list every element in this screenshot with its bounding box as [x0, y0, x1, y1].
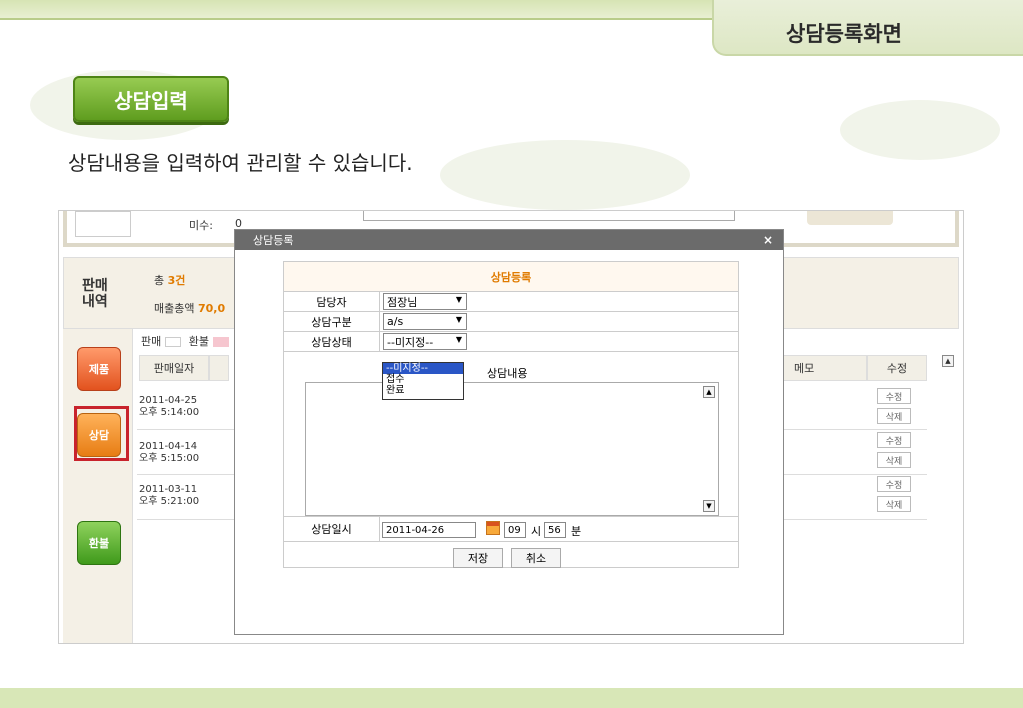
row-time: 오후 5:21:00: [139, 496, 200, 507]
refund-button[interactable]: 환불: [77, 521, 121, 565]
type-select[interactable]: a/s ▼: [383, 313, 467, 330]
scroll-down-icon[interactable]: ▼: [703, 500, 715, 512]
manager-label: 담당자: [284, 292, 380, 311]
status-option[interactable]: 접수: [383, 374, 463, 385]
row-time: 오후 5:14:00: [139, 407, 200, 418]
side-nav: 제품 상담 환불: [63, 329, 133, 643]
minute-input[interactable]: 56: [544, 522, 566, 538]
row-date: 2011-04-25: [139, 395, 198, 406]
delete-button[interactable]: 삭제: [877, 452, 911, 468]
date-input[interactable]: 2011-04-26: [382, 522, 476, 538]
total-count: 3건: [167, 274, 186, 287]
slide-title: 상담등록화면: [786, 22, 902, 46]
content-label: 상담내용: [487, 367, 528, 380]
status-label: 상담상태: [284, 332, 380, 351]
status-dropdown-list: --미지정-- 접수 완료: [382, 362, 464, 400]
scroll-up-icon[interactable]: ▲: [703, 386, 715, 398]
sales-title: 판매 내역: [82, 278, 108, 310]
status-value: --미지정--: [387, 335, 434, 349]
col-edit[interactable]: 수정: [867, 355, 927, 381]
status-row: 상담상태 --미지정-- ▼: [283, 332, 739, 352]
legend-refund-swatch: [213, 337, 229, 347]
top-select[interactable]: [363, 211, 735, 221]
minute-unit: 분: [571, 525, 582, 538]
section-button: 상담입력: [73, 76, 229, 122]
save-button[interactable]: 저장: [453, 548, 503, 568]
col-date[interactable]: 판매일자: [139, 355, 209, 381]
edit-button[interactable]: 수정: [877, 476, 911, 492]
status-select[interactable]: --미지정-- ▼: [383, 333, 467, 350]
delete-button[interactable]: 삭제: [877, 496, 911, 512]
sales-amount: 매출총액 70,0: [154, 300, 225, 316]
form-title: 상담등록: [283, 261, 739, 292]
legend: 판매 환불: [141, 333, 233, 349]
row-date: 2011-04-14: [139, 441, 198, 452]
manager-value: 점장님: [387, 295, 418, 309]
row-time: 오후 5:15:00: [139, 453, 200, 464]
col-memo[interactable]: 메모: [779, 355, 867, 381]
type-value: a/s: [387, 315, 404, 328]
row-date: 2011-03-11: [139, 484, 198, 495]
amount-label: 매출총액: [154, 302, 195, 315]
table-row[interactable]: 2011-04-14 오후 5:15:00: [139, 441, 229, 465]
status-option[interactable]: --미지정--: [383, 363, 463, 374]
manager-row: 담당자 점장님 ▼: [283, 292, 739, 312]
legend-refund: 환불: [188, 335, 209, 348]
datetime-label: 상담일시: [284, 517, 380, 541]
total-prefix: 총: [154, 274, 165, 287]
table-row[interactable]: 2011-04-25 오후 5:14:00: [139, 395, 229, 419]
edit-button[interactable]: 수정: [877, 432, 911, 448]
type-row: 상담구분 a/s ▼: [283, 312, 739, 332]
bottom-band: [0, 688, 1023, 708]
cancel-button[interactable]: 취소: [511, 548, 561, 568]
amount-value: 70,0: [197, 302, 226, 315]
sales-total: 총 3건: [154, 272, 185, 288]
dialog-titlebar: 상담등록 ×: [235, 230, 783, 250]
consult-dialog: 상담등록 × 상담등록 담당자 점장님 ▼ 상담구분 a/s ▼ 상담상태 --미지…: [234, 229, 784, 635]
edit-button[interactable]: 수정: [877, 388, 911, 404]
slide-description: 상담내용을 입력하여 관리할 수 있습니다.: [68, 151, 413, 175]
top-button[interactable]: [807, 211, 893, 225]
close-icon[interactable]: ×: [763, 233, 773, 247]
customer-box: [75, 211, 131, 237]
content-textarea[interactable]: ▲ ▼: [305, 382, 719, 516]
product-button[interactable]: 제품: [77, 347, 121, 391]
calendar-icon[interactable]: [486, 521, 500, 535]
chevron-down-icon: ▼: [455, 335, 462, 344]
col-blank: [209, 355, 229, 381]
type-label: 상담구분: [284, 312, 380, 331]
unpaid-label: 미수:: [189, 219, 213, 232]
legend-sale: 판매: [141, 335, 162, 348]
manager-select[interactable]: 점장님 ▼: [383, 293, 467, 310]
legend-sale-swatch: [165, 337, 182, 347]
dialog-title: 상담등록: [253, 234, 294, 247]
status-option[interactable]: 완료: [383, 385, 463, 396]
table-row[interactable]: 2011-03-11 오후 5:21:00: [139, 484, 229, 508]
scroll-up-icon[interactable]: ▲: [942, 355, 954, 367]
chevron-down-icon: ▼: [455, 295, 462, 304]
chevron-down-icon: ▼: [455, 315, 462, 324]
highlight-box: [74, 406, 129, 461]
delete-button[interactable]: 삭제: [877, 408, 911, 424]
hour-input[interactable]: 09: [504, 522, 526, 538]
hour-unit: 시: [531, 525, 542, 538]
